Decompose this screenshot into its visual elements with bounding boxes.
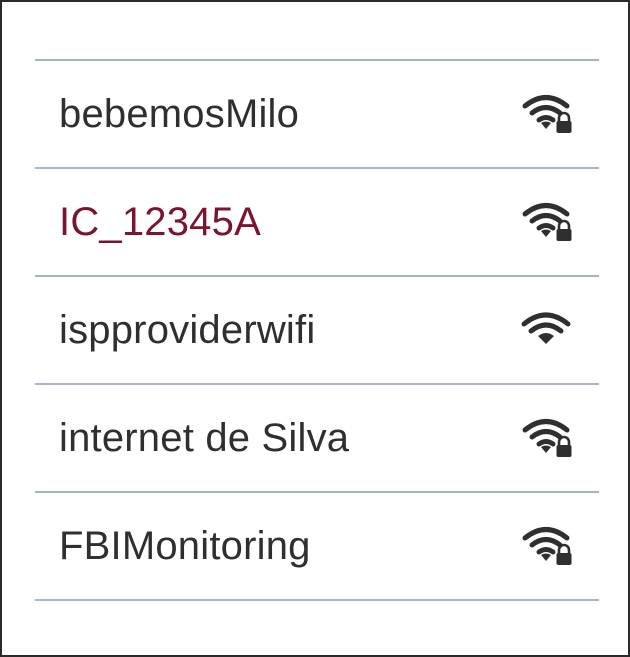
- wifi-network-row[interactable]: bebemosMilo: [35, 61, 599, 169]
- wifi-lock-icon: [519, 92, 579, 136]
- network-name: ispproviderwifi: [59, 307, 316, 352]
- wifi-network-panel: bebemosMilo IC_12345A ispproviderwifi in…: [0, 0, 630, 657]
- wifi-lock-icon: [519, 200, 579, 244]
- wifi-lock-icon: [519, 416, 579, 460]
- network-name: FBIMonitoring: [59, 523, 311, 568]
- wifi-network-list: bebemosMilo IC_12345A ispproviderwifi in…: [35, 59, 599, 601]
- network-name: bebemosMilo: [59, 91, 300, 136]
- wifi-lock-icon: [519, 524, 579, 568]
- network-name: IC_12345A: [59, 199, 261, 244]
- wifi-network-row[interactable]: IC_12345A: [35, 169, 599, 277]
- wifi-network-row[interactable]: FBIMonitoring: [35, 493, 599, 601]
- wifi-network-row[interactable]: internet de Silva: [35, 385, 599, 493]
- network-name: internet de Silva: [59, 415, 350, 460]
- wifi-network-row[interactable]: ispproviderwifi: [35, 277, 599, 385]
- wifi-icon: [519, 308, 579, 352]
